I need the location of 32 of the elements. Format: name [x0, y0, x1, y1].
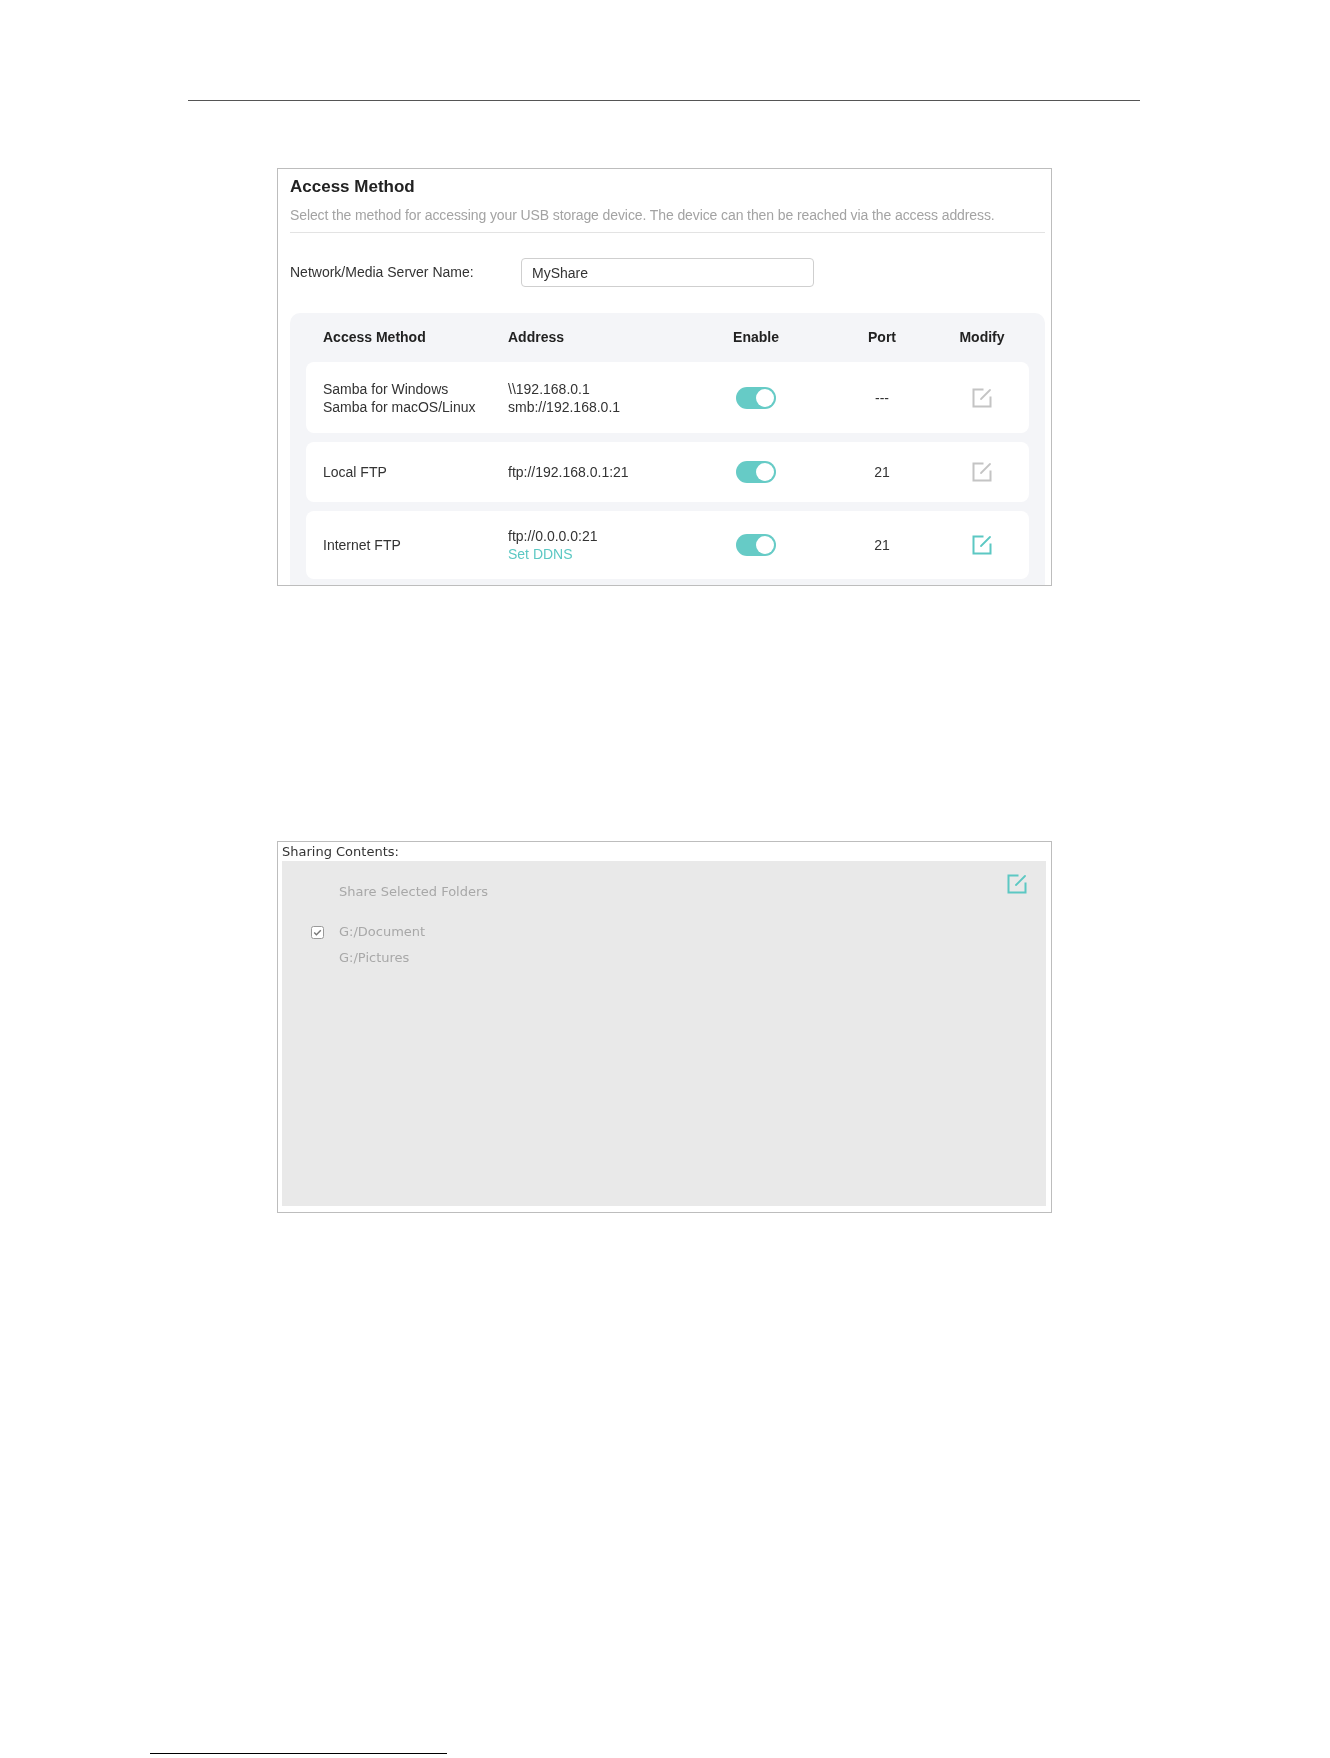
edit-icon[interactable]: [972, 387, 992, 408]
panel-description: Select the method for accessing your USB storage device. The device can then be reached via the access address.: [290, 205, 1045, 233]
column-header: Access Method: [323, 328, 427, 347]
column-header: Enable: [733, 328, 779, 347]
edit-icon[interactable]: [972, 535, 992, 555]
panel-title: Access Method: [290, 177, 416, 197]
column-header: Address: [508, 328, 566, 347]
edit-icon[interactable]: [1007, 874, 1027, 894]
sharing-mode-label: Share Selected Folders: [339, 883, 489, 901]
folder-path: G:/Document: [339, 923, 426, 941]
port-text: 21: [874, 536, 890, 554]
port-text: 21: [874, 463, 890, 481]
column-header: Modify: [959, 328, 1005, 347]
edit-icon[interactable]: [972, 462, 992, 482]
folder-path: G:/Pictures: [339, 949, 410, 967]
address-text: ftp://0.0.0.0:21: [508, 527, 599, 545]
access-method-label: Local FTP: [323, 463, 388, 481]
panel-title: Sharing Contents:: [282, 843, 400, 861]
address-text: ftp://192.168.0.1:21: [508, 463, 630, 481]
address-text: smb://192.168.0.1: [508, 397, 622, 416]
address-text: \\192.168.0.1: [508, 379, 591, 398]
toggle-switch[interactable]: [736, 386, 776, 409]
toggle-switch[interactable]: [736, 461, 776, 483]
field-label: Network/Media Server Name:: [290, 263, 475, 282]
access-method-label: Samba for Windows: [323, 379, 450, 398]
server-name-field[interactable]: MyShare: [521, 258, 814, 287]
checkbox[interactable]: [311, 925, 324, 939]
access-method-label: Internet FTP: [323, 536, 402, 554]
toggle-switch[interactable]: [736, 534, 776, 556]
port-text: ---: [875, 388, 889, 407]
column-header: Port: [868, 328, 896, 347]
access-method-label: Samba for macOS/Linux: [323, 397, 477, 416]
